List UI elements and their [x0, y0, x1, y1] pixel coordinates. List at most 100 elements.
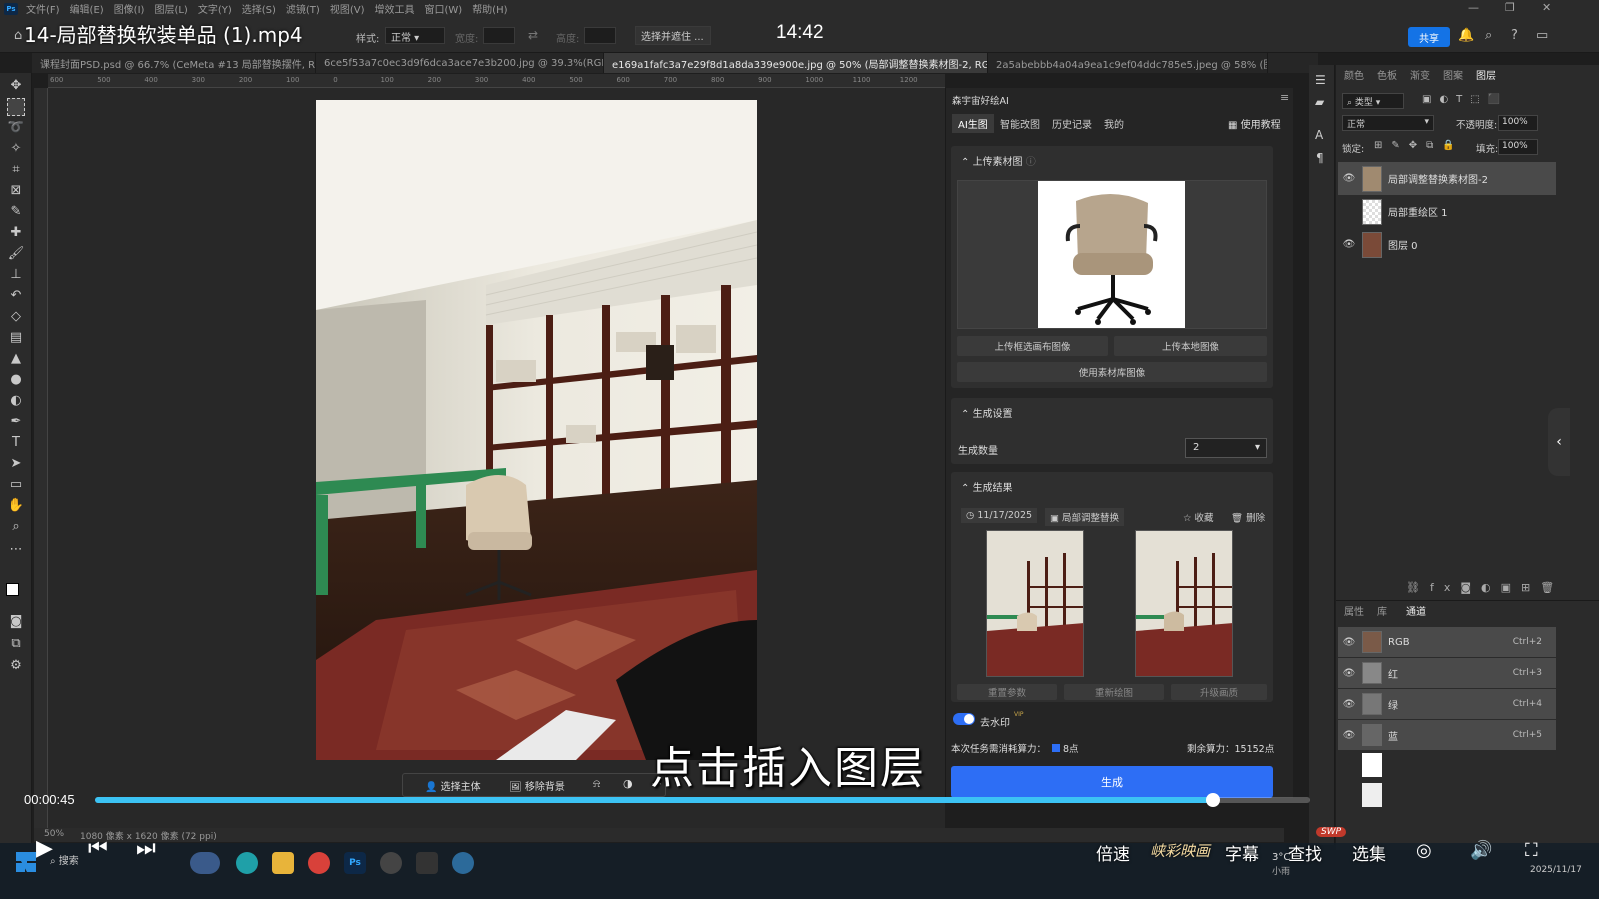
path-select-icon[interactable]: ➤ [7, 455, 25, 473]
menu-view[interactable]: 视图(V) [330, 1, 365, 16]
upload-selection-button[interactable]: 上传框选画布图像 [957, 336, 1108, 356]
tab-color[interactable]: 颜色 [1344, 67, 1364, 82]
upload-section-header[interactable]: ⌃ 上传素材图 ⓘ [961, 153, 1036, 168]
history-brush-icon[interactable]: ↶ [7, 287, 25, 305]
eye-icon[interactable]: 👁 [1338, 239, 1360, 250]
tab-gradients[interactable]: 渐变 [1410, 67, 1430, 82]
swap-icon[interactable]: ⇄ [528, 28, 538, 42]
move-tool-icon[interactable]: ✥ [7, 77, 25, 95]
layer-actions-icons[interactable]: ⛓fx◙◐▣⊞🗑 [1406, 581, 1564, 594]
app-icon[interactable] [452, 852, 474, 874]
eye-icon[interactable]: 👁 [1338, 668, 1360, 679]
progress-knob[interactable] [1205, 793, 1220, 807]
tutorial-link[interactable]: ▦ 使用教程 [1228, 116, 1281, 131]
gradient-tool-icon[interactable]: ▤ [7, 329, 25, 347]
home-icon[interactable]: ⌂ [14, 28, 22, 43]
upload-preview[interactable] [957, 180, 1267, 329]
select-subject-button[interactable]: 👤 选择主体 [425, 778, 481, 793]
pen-tool-icon[interactable]: ✒ [7, 413, 25, 431]
tab-patterns[interactable]: 图案 [1443, 67, 1463, 82]
delete-button[interactable]: 🗑 删除 [1231, 510, 1265, 524]
speed-button[interactable]: 倍速 [1096, 840, 1130, 865]
paragraph-panel-icon[interactable]: ¶ [1316, 151, 1324, 165]
collapse-panel-icon[interactable]: ‹ [1548, 408, 1570, 476]
menu-layer[interactable]: 图层(L) [154, 1, 187, 16]
type-tool-icon[interactable]: T [7, 434, 25, 452]
channel-row-green[interactable]: 👁 绿 Ctrl+4 [1338, 689, 1556, 719]
eye-icon[interactable]: 👁 [1338, 173, 1360, 184]
taskbar-search[interactable]: ⌕ 搜索 [50, 852, 180, 872]
tab-properties[interactable]: 属性 [1344, 603, 1364, 618]
bell-shape-icon[interactable]: ⍾ [593, 777, 600, 791]
previous-icon[interactable]: ⏮ [88, 836, 108, 861]
next-icon[interactable]: ⏭ [136, 836, 156, 861]
watermark-toggle[interactable] [953, 713, 975, 725]
screen-mode-icon[interactable]: ⧉ [7, 635, 25, 653]
fill-input[interactable]: 100% [1498, 139, 1538, 155]
menu-help[interactable]: 帮助(H) [472, 1, 507, 16]
quick-mask-icon[interactable]: ◙ [7, 613, 25, 631]
results-section-header[interactable]: ⌃ 生成结果 [961, 479, 1013, 494]
menu-window[interactable]: 窗口(W) [424, 1, 462, 16]
style-select[interactable]: 正常 ▾ [385, 27, 445, 44]
tab-doc-2[interactable]: 6ce5f53a7c0ec3d9f6dca3ace7e3b200.jpg @ 3… [316, 53, 604, 73]
generate-button[interactable]: 生成 [951, 766, 1273, 798]
edit-toolbar-icon[interactable]: ⚙ [7, 657, 25, 675]
play-icon[interactable]: ▶ [36, 836, 53, 861]
layer-filter-select[interactable]: ⌕ 类型 ▾ [1342, 93, 1404, 109]
zoom-tool-icon[interactable]: ⌕ [7, 518, 25, 536]
reset-params-button[interactable]: 重置参数 [957, 684, 1057, 700]
width-input[interactable] [483, 27, 515, 44]
tab-doc-3[interactable]: e169a1fafc3a7e29f8d1a8da339e900e.jpg @ 5… [604, 53, 988, 73]
foreground-color-swatch[interactable] [6, 583, 19, 596]
marquee-tool-icon[interactable] [7, 98, 25, 116]
share-button[interactable]: 共享 [1408, 27, 1450, 47]
eyedropper-icon[interactable]: ✎ [7, 203, 25, 221]
result-thumbnail-1[interactable] [986, 530, 1084, 677]
tab-doc-1[interactable]: 课程封面PSD.psd @ 66.7% (CeMeta #13 局部替换摆件, … [32, 53, 316, 73]
menu-file[interactable]: 文件(F) [26, 1, 60, 16]
tab-libraries[interactable]: 库 [1377, 603, 1387, 618]
eye-icon[interactable]: 👁 [1338, 699, 1360, 710]
menu-plugins[interactable]: 增效工具 [374, 1, 414, 16]
episodes-button[interactable]: 选集 [1352, 840, 1386, 865]
volume-icon[interactable]: 🔊 [1470, 840, 1492, 861]
blend-mode-select[interactable]: 正常 ▾ [1342, 115, 1434, 131]
redraw-button[interactable]: 重新绘图 [1064, 684, 1164, 700]
danmaku-icon[interactable]: ◎ [1416, 840, 1432, 861]
sponge-icon[interactable]: ◐ [7, 392, 25, 410]
alpha-channel-thumbnail[interactable] [1362, 753, 1382, 777]
hand-tool-icon[interactable]: ✋ [7, 497, 25, 515]
photoshop-taskbar-icon[interactable]: Ps [344, 852, 366, 874]
frame-tool-icon[interactable]: ⊠ [7, 182, 25, 200]
lock-icons[interactable]: ⊞✎✥⧉🔒 [1374, 140, 1464, 151]
dodge-tool-icon[interactable]: ● [7, 371, 25, 389]
chrome-icon[interactable] [308, 852, 330, 874]
menu-edit[interactable]: 编辑(E) [70, 1, 104, 16]
lasso-tool-icon[interactable]: ➰ [7, 119, 25, 137]
character-panel-icon[interactable]: A [1315, 128, 1323, 142]
subtitle-button[interactable]: 字幕 [1225, 840, 1259, 865]
crop-tool-icon[interactable]: ⌗ [7, 161, 25, 179]
select-and-mask-button[interactable]: 选择并遮住 ... [635, 26, 711, 45]
tab-history[interactable]: 历史记录 [1052, 116, 1092, 131]
search-icon[interactable]: ⌕ [1485, 28, 1492, 43]
edge-icon[interactable] [236, 852, 258, 874]
tab-channels[interactable]: 通道 [1406, 603, 1426, 618]
opacity-input[interactable]: 100% [1498, 115, 1538, 131]
find-button[interactable]: 查找 [1288, 840, 1322, 865]
layer-row[interactable]: 👁 图层 0 [1338, 228, 1556, 261]
remove-background-button[interactable]: 🖼 移除背景 [509, 778, 565, 793]
layer-row[interactable]: 局部重绘区 1 [1338, 195, 1556, 228]
tab-smart-edit[interactable]: 智能改图 [1000, 116, 1040, 131]
minimize-icon[interactable]: — [1468, 1, 1479, 14]
channel-row-blue[interactable]: 👁 蓝 Ctrl+5 [1338, 720, 1556, 750]
fullscreen-icon[interactable]: ⛶ [1525, 840, 1538, 861]
close-icon[interactable]: ✕ [1542, 1, 1551, 14]
app-icon[interactable] [416, 852, 438, 874]
eraser-icon[interactable]: ◇ [7, 308, 25, 326]
result-thumbnail-2[interactable] [1135, 530, 1233, 677]
adjust-icon[interactable]: ◑ [623, 777, 633, 790]
menu-image[interactable]: 图像(I) [114, 1, 145, 16]
menu-select[interactable]: 选择(S) [242, 1, 276, 16]
